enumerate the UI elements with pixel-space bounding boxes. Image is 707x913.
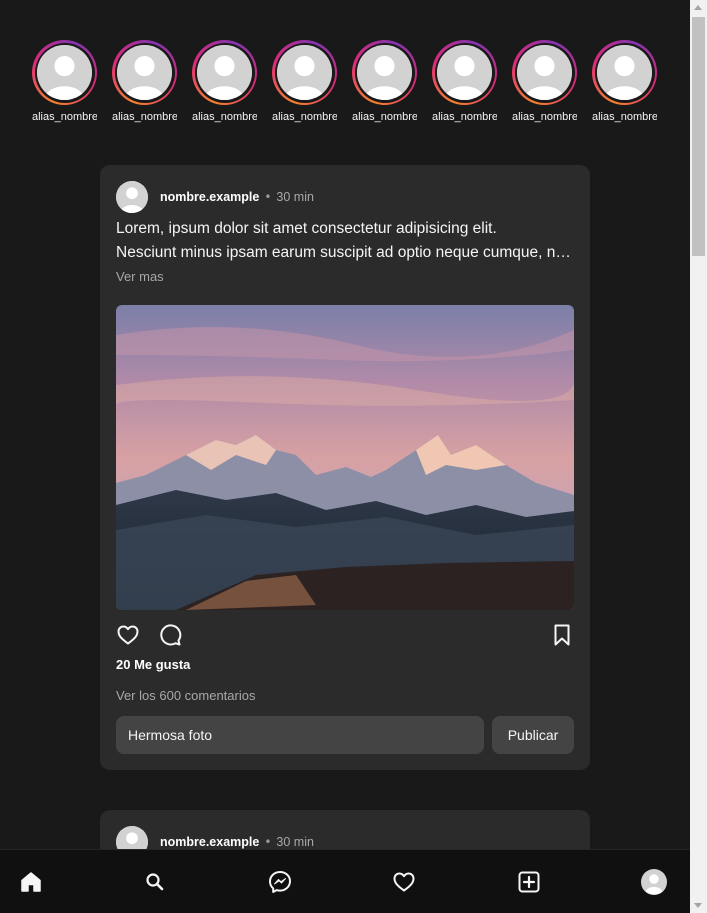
story-label: alias_nombre (592, 111, 657, 123)
story-ring (432, 40, 497, 105)
story-label: alias_nombre (432, 111, 497, 123)
story-ring (32, 40, 97, 105)
scrollbar-thumb[interactable] (692, 17, 705, 256)
avatar (277, 45, 332, 100)
feed: alias_nombre alias_nombre alias_nombre a… (0, 0, 690, 913)
app-viewport: alias_nombre alias_nombre alias_nombre a… (0, 0, 707, 913)
stories-bar: alias_nombre alias_nombre alias_nombre a… (32, 40, 672, 123)
add-post-icon[interactable] (517, 870, 541, 894)
story-item[interactable]: alias_nombre (432, 40, 512, 123)
story-ring (592, 40, 657, 105)
comment-icon[interactable] (158, 623, 182, 647)
view-comments-link[interactable]: Ver los 600 comentarios (116, 688, 255, 703)
caption-line: Nesciunt minus ipsam earum suscipit ad o… (116, 244, 574, 261)
caption-line: Lorem, ipsum dolor sit amet consectetur … (116, 220, 497, 237)
messenger-icon[interactable] (268, 870, 292, 894)
avatar (197, 45, 252, 100)
see-more-link[interactable]: Ver mas (116, 269, 164, 284)
story-label: alias_nombre (512, 111, 577, 123)
story-ring (512, 40, 577, 105)
post-header: nombre.example • 30 min (116, 181, 314, 213)
story-ring (272, 40, 337, 105)
story-label: alias_nombre (352, 111, 417, 123)
avatar (597, 45, 652, 100)
story-ring (192, 40, 257, 105)
story-ring (112, 40, 177, 105)
post-username[interactable]: nombre.example (160, 190, 259, 204)
story-label: alias_nombre (32, 111, 97, 123)
story-item[interactable]: alias_nombre (352, 40, 432, 123)
post-time: 30 min (276, 190, 314, 204)
avatar (437, 45, 492, 100)
separator-dot: • (264, 835, 272, 849)
post-caption: Lorem, ipsum dolor sit amet consectetur … (116, 217, 574, 265)
avatar (357, 45, 412, 100)
post-actions (116, 623, 574, 647)
publish-button[interactable]: Publicar (492, 716, 574, 754)
likes-count[interactable]: 20 Me gusta (116, 657, 190, 672)
bookmark-icon[interactable] (550, 623, 574, 647)
comment-input[interactable] (116, 716, 484, 754)
story-label: alias_nombre (192, 111, 257, 123)
profile-avatar[interactable] (641, 869, 667, 895)
bottom-nav (0, 849, 690, 913)
story-label: alias_nombre (112, 111, 177, 123)
home-icon[interactable] (19, 870, 43, 894)
avatar (517, 45, 572, 100)
story-label: alias_nombre (272, 111, 337, 123)
story-item[interactable]: alias_nombre (272, 40, 352, 123)
scroll-down-icon[interactable] (694, 903, 702, 908)
avatar (37, 45, 92, 100)
scrollbar[interactable] (690, 0, 707, 913)
story-item[interactable]: alias_nombre (592, 40, 672, 123)
post-image[interactable] (116, 305, 574, 610)
story-item[interactable]: alias_nombre (192, 40, 272, 123)
comment-form: Publicar (116, 716, 574, 754)
story-item[interactable]: alias_nombre (32, 40, 112, 123)
separator-dot: • (264, 190, 272, 204)
post-username[interactable]: nombre.example (160, 835, 259, 849)
avatar[interactable] (116, 181, 148, 213)
avatar (117, 45, 172, 100)
scroll-up-icon[interactable] (694, 5, 702, 10)
story-ring (352, 40, 417, 105)
post-card: nombre.example • 30 min Lorem, ipsum dol… (100, 165, 590, 770)
heart-icon[interactable] (392, 870, 416, 894)
story-item[interactable]: alias_nombre (112, 40, 192, 123)
heart-icon[interactable] (116, 623, 140, 647)
post-time: 30 min (276, 835, 314, 849)
story-item[interactable]: alias_nombre (512, 40, 592, 123)
search-icon[interactable] (143, 870, 167, 894)
